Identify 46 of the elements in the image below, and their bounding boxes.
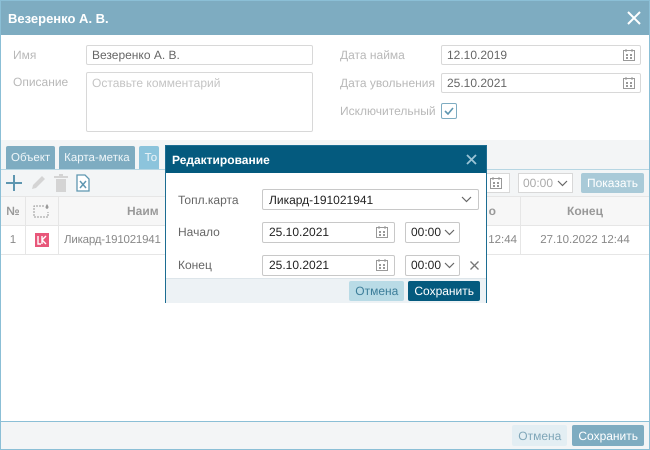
table-cell: 27.10.2022 12:44: [540, 234, 630, 246]
date-field[interactable]: 25.10.2021: [441, 73, 641, 93]
chevron-icon: [461, 196, 472, 204]
close-icon[interactable]: [466, 154, 477, 165]
table-cell: 1: [10, 234, 16, 246]
date-field[interactable]: [486, 173, 510, 193]
field-label: Начало: [178, 225, 221, 240]
field-label: Исключительный: [340, 103, 437, 120]
checkbox[interactable]: [441, 103, 457, 119]
date-field[interactable]: 25.10.2021: [262, 254, 395, 276]
logo-icon: [35, 233, 49, 247]
column-header: Конец: [567, 204, 603, 218]
spreadsheet-icon[interactable]: [76, 174, 90, 192]
column-header: №: [6, 204, 20, 218]
cancel-button[interactable]: Отмена: [349, 281, 404, 301]
calendar-icon[interactable]: [623, 77, 635, 89]
window-title: Везеренко А. В.: [8, 10, 109, 26]
card-select[interactable]: Ликард-191021941: [262, 189, 479, 210]
field-label: Конец: [178, 258, 213, 272]
calendar-icon[interactable]: [490, 177, 502, 189]
calendar-icon[interactable]: [376, 226, 388, 238]
date-field[interactable]: 25.10.2021: [262, 222, 395, 243]
fuel-card-icon: [33, 203, 51, 219]
name-field[interactable]: Везеренко А. В.: [86, 45, 313, 65]
calendar-icon[interactable]: [376, 259, 388, 272]
field-label: Дата увольнения: [340, 75, 436, 92]
field-label: Описание: [13, 74, 70, 91]
chevron-icon: [556, 180, 568, 186]
table-cell: 12:44: [488, 234, 517, 246]
date-field[interactable]: 12.10.2019: [441, 45, 641, 65]
dialog-title: Редактирование: [172, 152, 270, 166]
checkmark-icon: [444, 107, 454, 115]
save-button[interactable]: Сохранить: [408, 281, 480, 301]
add-icon[interactable]: [6, 175, 22, 191]
chevron-icon: [444, 228, 455, 236]
column-header: о: [488, 204, 496, 218]
field-label: Дата найма: [340, 47, 406, 64]
time-select[interactable]: 00:00: [405, 254, 460, 276]
chevron-icon: [444, 262, 455, 269]
time-select[interactable]: 00:00: [405, 222, 460, 243]
table-cell: Ликард-191021941: [64, 234, 161, 246]
calendar-icon[interactable]: [623, 49, 635, 61]
field-label: Имя: [13, 47, 38, 64]
column-header: Наим: [127, 204, 159, 218]
clear-icon[interactable]: [470, 260, 479, 270]
field-label: Топл.карта: [178, 192, 240, 207]
